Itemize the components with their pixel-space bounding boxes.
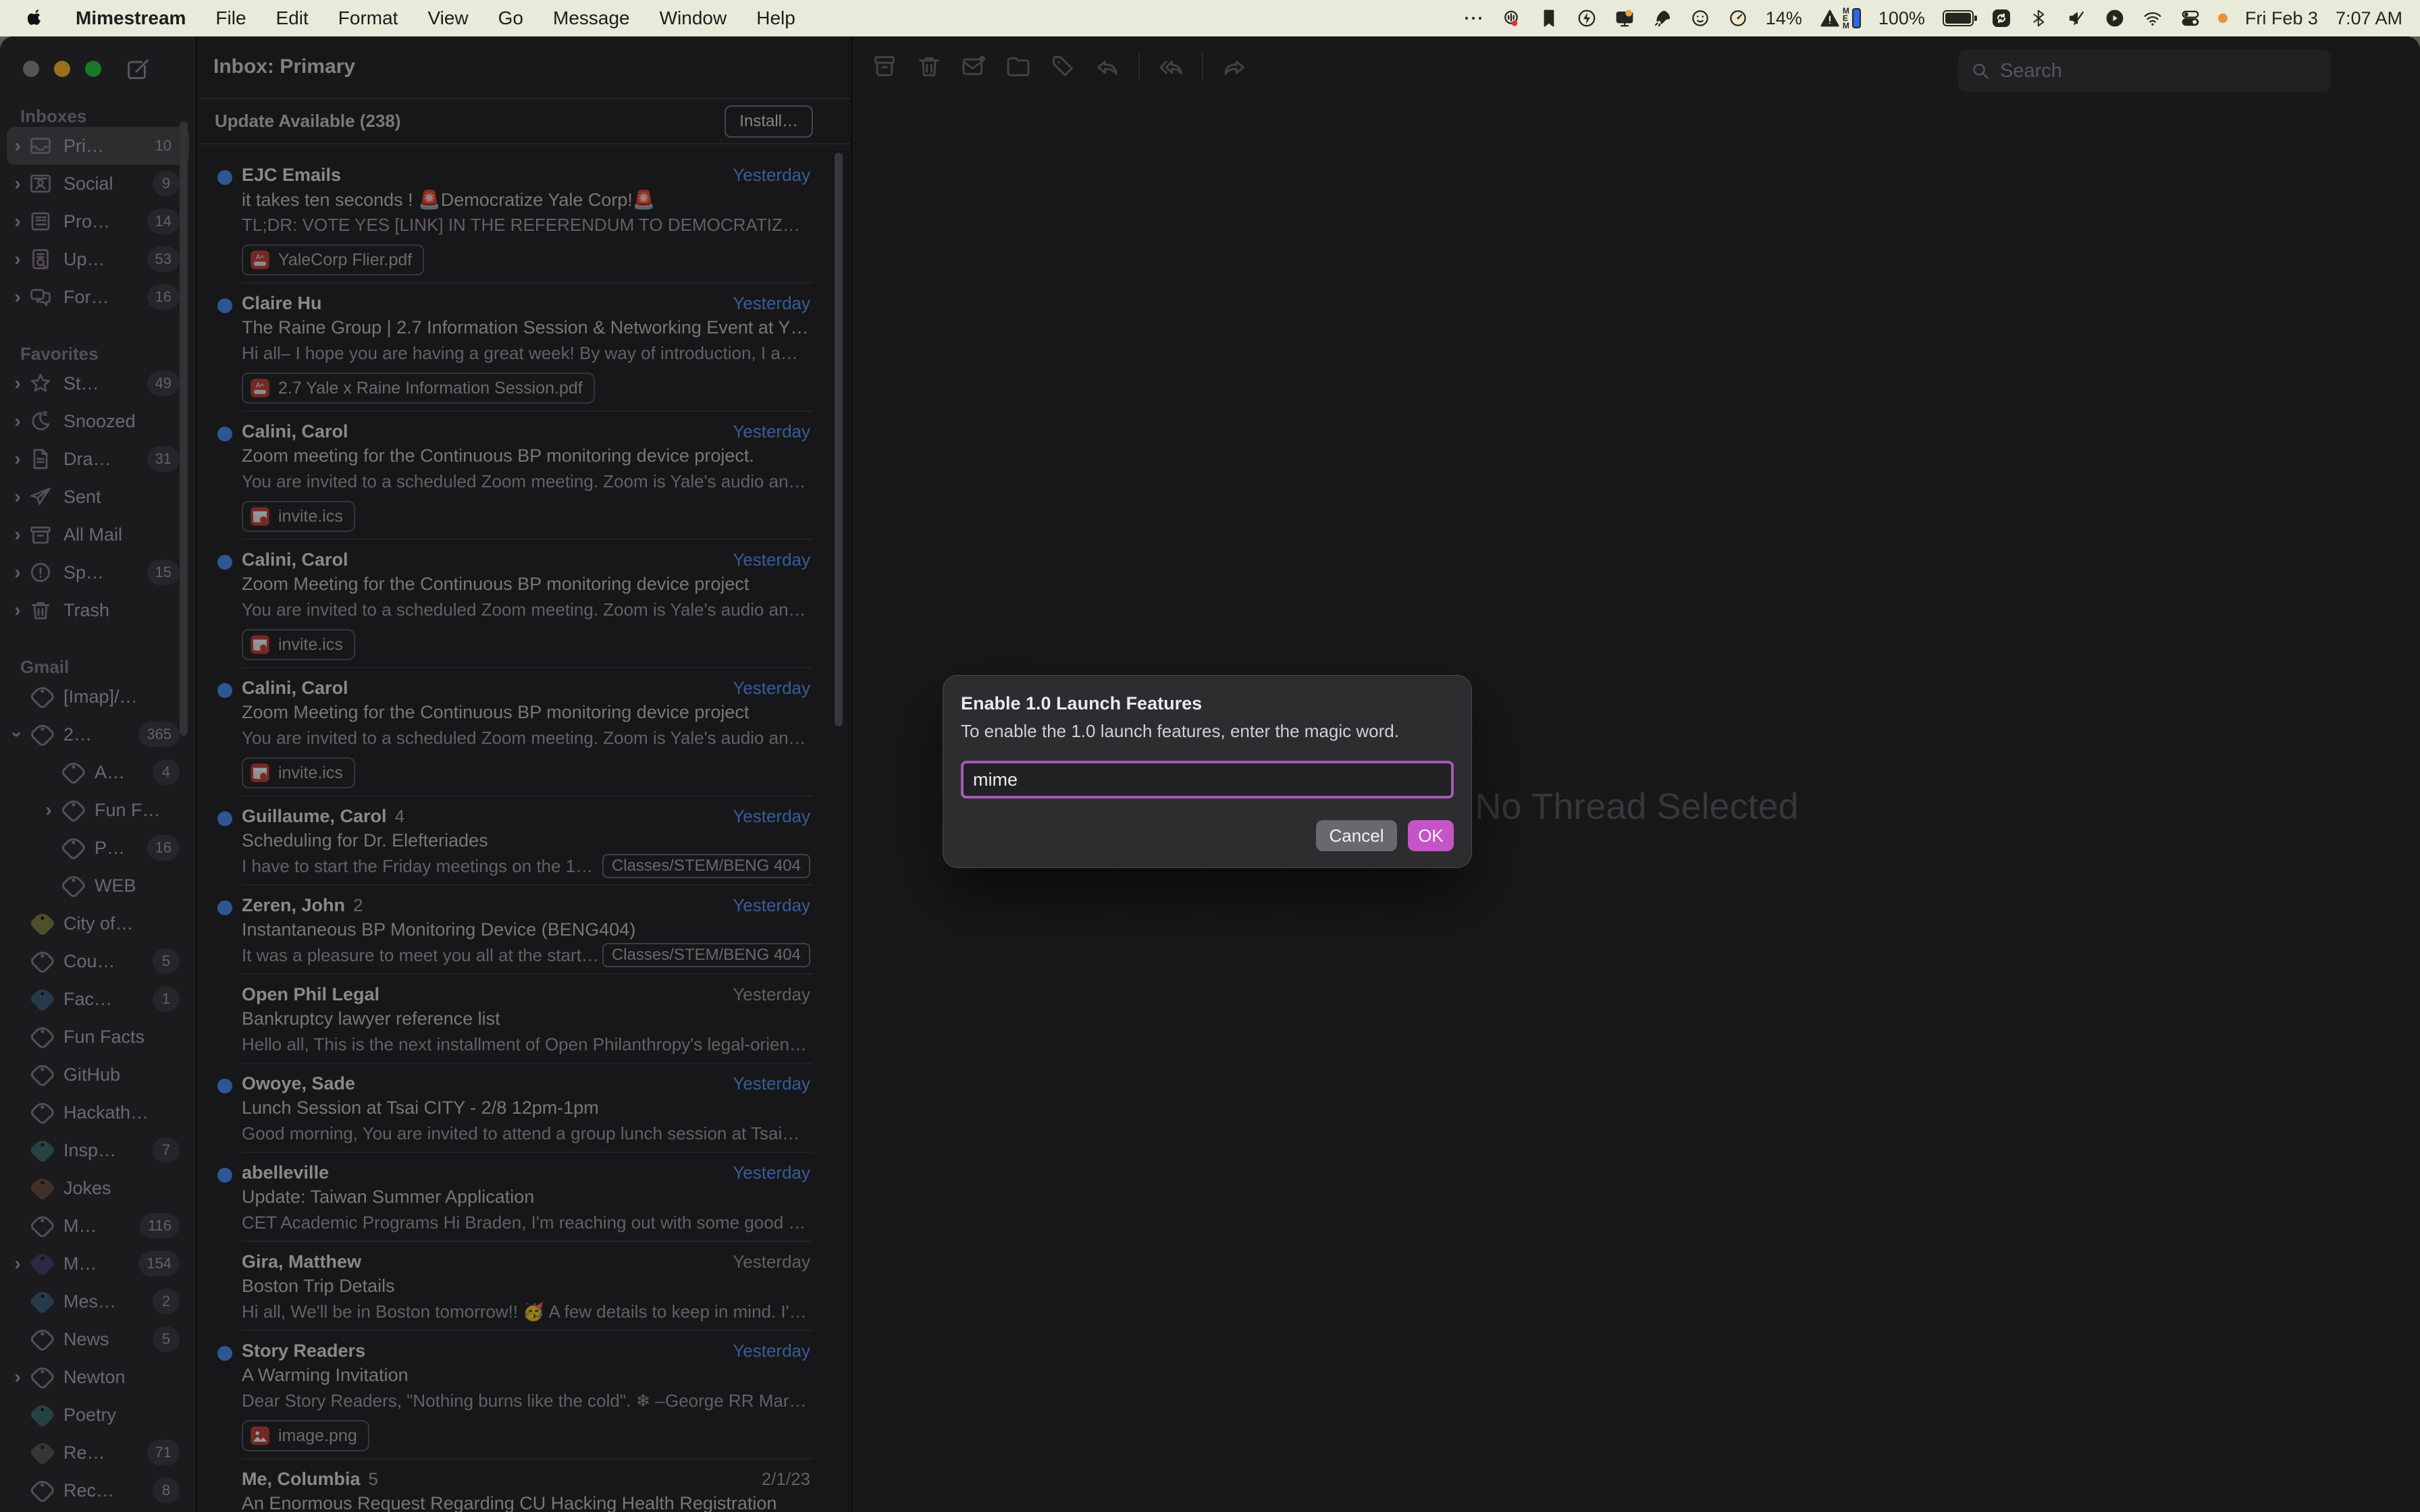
audio-badge-icon[interactable] [1501, 8, 1521, 28]
status-text: 7:07 AM [2336, 8, 2402, 29]
cancel-button[interactable]: Cancel [1316, 820, 1397, 851]
toggles-icon[interactable] [2180, 8, 2201, 28]
display-alert-icon[interactable] [1614, 8, 1635, 28]
mute-icon[interactable] [2067, 8, 2087, 28]
memory-bar-icon [1852, 8, 1861, 28]
menu-item-view[interactable]: View [427, 7, 468, 29]
menu-bar: Mimestream File Edit Format View Go Message Wi… [0, 0, 2420, 36]
dialog-title: Enable 1.0 Launch Features [961, 693, 1454, 714]
recording-dot-icon [2218, 14, 2228, 23]
battery-fill [1945, 13, 1971, 24]
status-text: 14% [1766, 8, 1802, 29]
gauge-icon[interactable] [1728, 8, 1748, 28]
bluetooth-icon[interactable] [2029, 8, 2049, 28]
dialog-buttons: Cancel OK [1316, 820, 1454, 851]
menu-item-format[interactable]: Format [338, 7, 398, 29]
battery-icon[interactable] [1943, 10, 1974, 26]
mem-label: MEM [1843, 7, 1849, 30]
menu-app[interactable]: Mimestream [76, 7, 186, 29]
magic-word-input[interactable] [964, 770, 1451, 790]
memory-warning-icon[interactable]: MEM [1820, 7, 1861, 30]
ellipsis-icon[interactable] [1463, 8, 1483, 28]
wifi-icon[interactable] [2142, 8, 2163, 28]
warning-triangle-icon [1820, 8, 1840, 28]
power-icon[interactable] [1577, 8, 1597, 28]
menu-item-edit[interactable]: Edit [276, 7, 309, 29]
menu-item-message[interactable]: Message [553, 7, 630, 29]
menu-item-go[interactable]: Go [498, 7, 523, 29]
bookmark-icon[interactable] [1539, 8, 1559, 28]
menu-status-area: 14% MEM 100% Fri Feb 3 7:07 AM [1463, 7, 2402, 30]
menu-left: Mimestream File Edit Format View Go Message Wi… [26, 7, 795, 29]
status-text: Fri Feb 3 [2245, 8, 2318, 29]
menu-item-file[interactable]: File [215, 7, 246, 29]
status-text: 100% [1878, 8, 1925, 29]
menu-item-help[interactable]: Help [756, 7, 795, 29]
magic-word-field-wrap [961, 761, 1454, 799]
magic-word-dialog: Enable 1.0 Launch Features To enable the… [943, 675, 1472, 868]
rocket-icon[interactable] [1652, 8, 1673, 28]
ok-button[interactable]: OK [1408, 820, 1454, 851]
menu-item-window[interactable]: Window [660, 7, 727, 29]
dialog-message: To enable the 1.0 launch features, enter… [961, 721, 1454, 742]
apple-menu-icon[interactable] [26, 8, 46, 28]
sync-icon[interactable] [1991, 8, 2011, 28]
play-icon[interactable] [2105, 8, 2125, 28]
face-icon[interactable] [1690, 8, 1710, 28]
